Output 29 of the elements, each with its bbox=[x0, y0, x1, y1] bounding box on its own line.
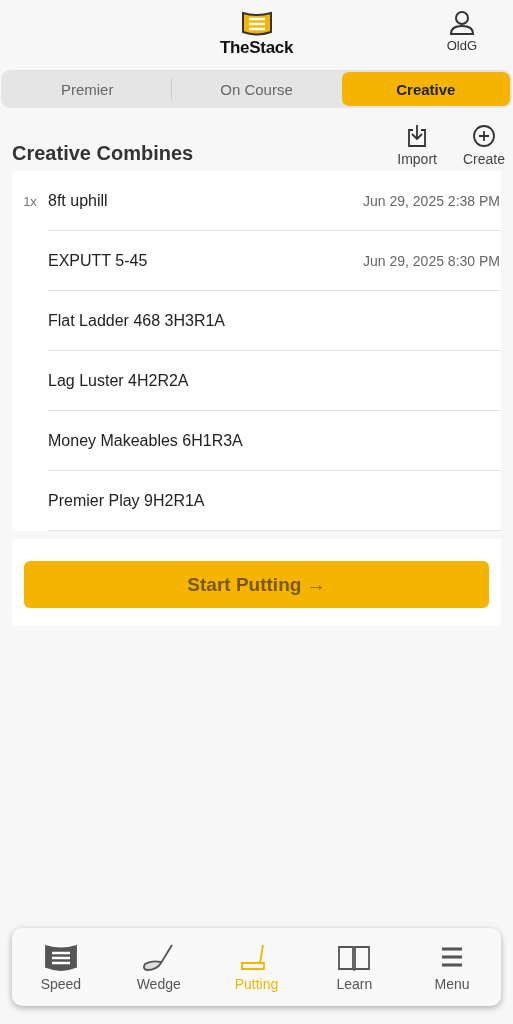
nav-item[interactable]: Learn bbox=[305, 942, 404, 992]
count-label: 1x bbox=[23, 193, 37, 209]
combine-row[interactable]: Lag Luster 4H2R2A bbox=[12, 351, 501, 411]
section-title: Creative Combines bbox=[12, 142, 194, 165]
nav-item[interactable]: Speed bbox=[12, 942, 110, 992]
tab[interactable]: On Course bbox=[172, 72, 341, 106]
combine-name: Flat Ladder 468 3H3R1A bbox=[48, 311, 225, 330]
combine-row[interactable]: Money Makeables 6H1R3A bbox=[12, 411, 501, 471]
logo-icon bbox=[239, 10, 274, 38]
combine-row[interactable]: 1x 8ft uphill Jun 29, 2025 2:38 PM bbox=[12, 171, 501, 231]
tab[interactable]: Creative bbox=[341, 72, 510, 106]
combine-row[interactable]: Flat Ladder 468 3H3R1A bbox=[12, 291, 501, 351]
combine-row[interactable]: EXPUTT 5-45 Jun 29, 2025 8:30 PM bbox=[12, 231, 501, 291]
combine-name: EXPUTT 5-45 bbox=[48, 251, 148, 270]
combine-name: 8ft uphill bbox=[48, 191, 108, 210]
import-button[interactable]: Import bbox=[397, 124, 437, 167]
create-button[interactable]: Create bbox=[462, 124, 505, 167]
combine-name: Lag Luster 4H2R2A bbox=[48, 371, 189, 390]
tab[interactable]: Premier bbox=[3, 72, 172, 106]
combine-date: Jun 29, 2025 8:30 PM bbox=[363, 252, 500, 269]
download-icon bbox=[406, 124, 429, 148]
profile-button[interactable]: OldG bbox=[446, 10, 477, 53]
nav-item[interactable]: Wedge bbox=[109, 942, 208, 992]
logo-text: TheStack bbox=[219, 38, 294, 58]
combine-name: Premier Play 9H2R1A bbox=[48, 491, 205, 510]
plus-circle-icon bbox=[472, 124, 496, 148]
combine-date: Jun 29, 2025 2:38 PM bbox=[363, 192, 500, 209]
combine-name: Money Makeables 6H1R3A bbox=[48, 431, 243, 450]
nav-item[interactable]: Menu bbox=[403, 942, 501, 992]
